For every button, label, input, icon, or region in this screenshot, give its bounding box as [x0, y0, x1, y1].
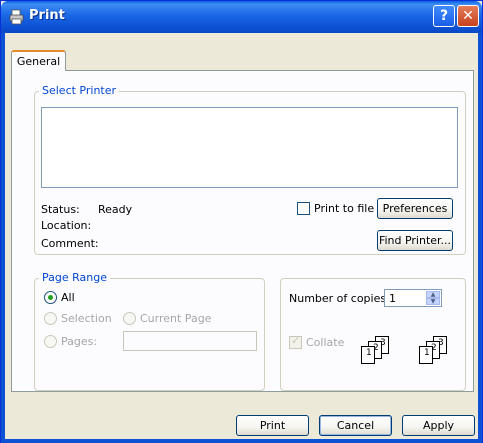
collate-checkbox[interactable]: ✓: [289, 334, 302, 349]
pages-radio[interactable]: [44, 335, 57, 348]
spin-up-icon[interactable]: ▲: [426, 291, 440, 298]
tab-label: General: [16, 55, 61, 68]
apply-button[interactable]: Apply: [402, 415, 475, 436]
print-button-label: Print: [259, 419, 286, 432]
title-bar[interactable]: Print ? ✕: [1, 1, 482, 33]
copies-spinner[interactable]: 1 ▲ ▼: [384, 289, 442, 307]
window-frame-left: [1, 33, 5, 443]
close-icon: ✕: [462, 8, 474, 24]
printer-icon: [9, 9, 24, 25]
window-title: Print: [29, 8, 65, 23]
cancel-button[interactable]: Cancel: [319, 415, 392, 436]
tab-general[interactable]: General: [11, 50, 66, 71]
print-to-file-label[interactable]: Print to file: [314, 203, 374, 215]
current-page-radio[interactable]: [123, 312, 136, 325]
collate-label[interactable]: Collate: [306, 337, 344, 349]
collate-pages-icon-1: 3 2 1: [357, 336, 395, 366]
selection-label[interactable]: Selection: [61, 313, 112, 325]
status-label: Status:: [41, 203, 80, 216]
print-dialog: Print ? ✕ General Select Printer Status:…: [0, 0, 483, 443]
preferences-button-label: Preferences: [382, 202, 448, 215]
location-label: Location:: [41, 219, 92, 232]
current-page-label[interactable]: Current Page: [140, 313, 211, 325]
help-button[interactable]: ?: [433, 5, 455, 27]
close-button[interactable]: ✕: [457, 5, 479, 27]
check-mark-icon: ✓: [291, 334, 301, 347]
spin-down-icon[interactable]: ▼: [426, 298, 440, 305]
selection-radio[interactable]: [44, 312, 57, 325]
number-of-copies-label: Number of copies:: [289, 292, 390, 305]
radio-selected-dot: [48, 295, 53, 300]
page-range-group-label: Page Range: [39, 272, 110, 284]
comment-label: Comment:: [41, 237, 99, 250]
collate-pages-icon-2: 3 2 1: [415, 336, 453, 366]
window-frame-bottom: [1, 439, 482, 443]
copies-value: 1: [389, 292, 396, 305]
pages-label[interactable]: Pages:: [61, 336, 97, 348]
printer-list[interactable]: [41, 107, 458, 188]
cancel-button-label: Cancel: [336, 419, 375, 432]
help-icon: ?: [439, 8, 449, 24]
preferences-button[interactable]: Preferences: [377, 198, 453, 219]
all-label[interactable]: All: [61, 292, 75, 304]
select-printer-group-label: Select Printer: [39, 85, 120, 97]
pages-input[interactable]: [123, 331, 257, 351]
find-printer-button-label: Find Printer...: [378, 234, 452, 247]
window-frame-right: [478, 33, 482, 443]
apply-button-label: Apply: [422, 419, 455, 432]
spinner-buttons: ▲ ▼: [426, 291, 440, 305]
find-printer-button[interactable]: Find Printer...: [377, 230, 453, 251]
status-value: Ready: [98, 203, 133, 216]
print-button[interactable]: Print: [236, 415, 309, 436]
all-radio[interactable]: [44, 291, 57, 304]
print-to-file-checkbox[interactable]: [297, 202, 310, 215]
